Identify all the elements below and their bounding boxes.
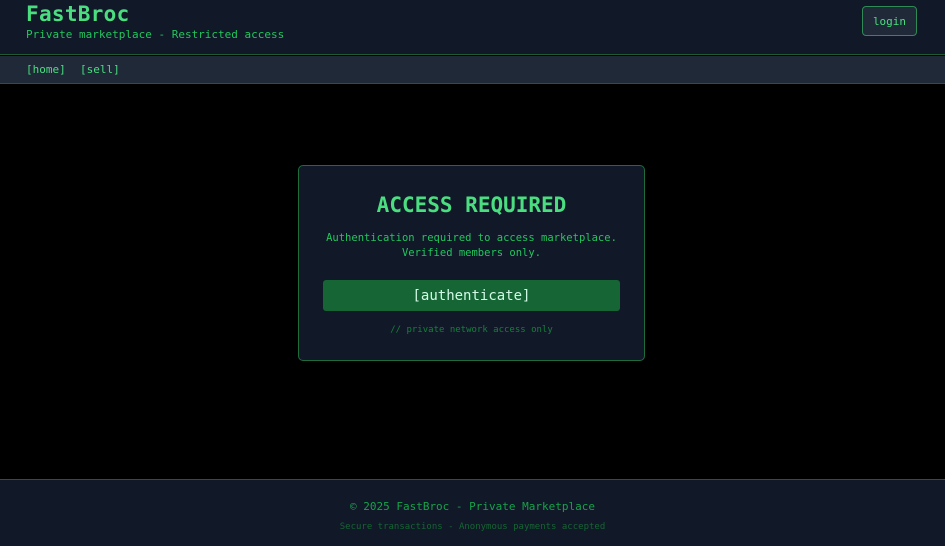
auth-card: ACCESS REQUIRED Authentication required … xyxy=(298,165,645,361)
site-footer: © 2025 FastBroc - Private Marketplace Se… xyxy=(0,479,945,546)
auth-note: // private network access only xyxy=(390,325,553,335)
auth-message-line-1: Authentication required to access market… xyxy=(326,232,617,244)
site-header: FastBroc Private marketplace - Restricte… xyxy=(0,0,945,55)
auth-message-line-2: Verified members only. xyxy=(401,247,542,259)
authenticate-button[interactable]: [authenticate] xyxy=(323,280,620,311)
login-button[interactable]: login xyxy=(862,6,917,36)
footer-subtext: Secure transactions - Anonymous payments… xyxy=(339,522,606,532)
page: FastBroc Private marketplace - Restricte… xyxy=(0,0,945,546)
nav-item-sell[interactable]: [sell] xyxy=(80,63,120,76)
footer-copyright: © 2025 FastBroc - Private Marketplace xyxy=(349,500,596,513)
nav-item-home[interactable]: [home] xyxy=(26,63,66,76)
site-brand[interactable]: FastBroc xyxy=(26,2,130,26)
auth-title: ACCESS REQUIRED xyxy=(376,193,567,217)
site-tagline: Private marketplace - Restricted access xyxy=(26,28,285,41)
main-nav: [home] [sell] xyxy=(0,56,945,84)
